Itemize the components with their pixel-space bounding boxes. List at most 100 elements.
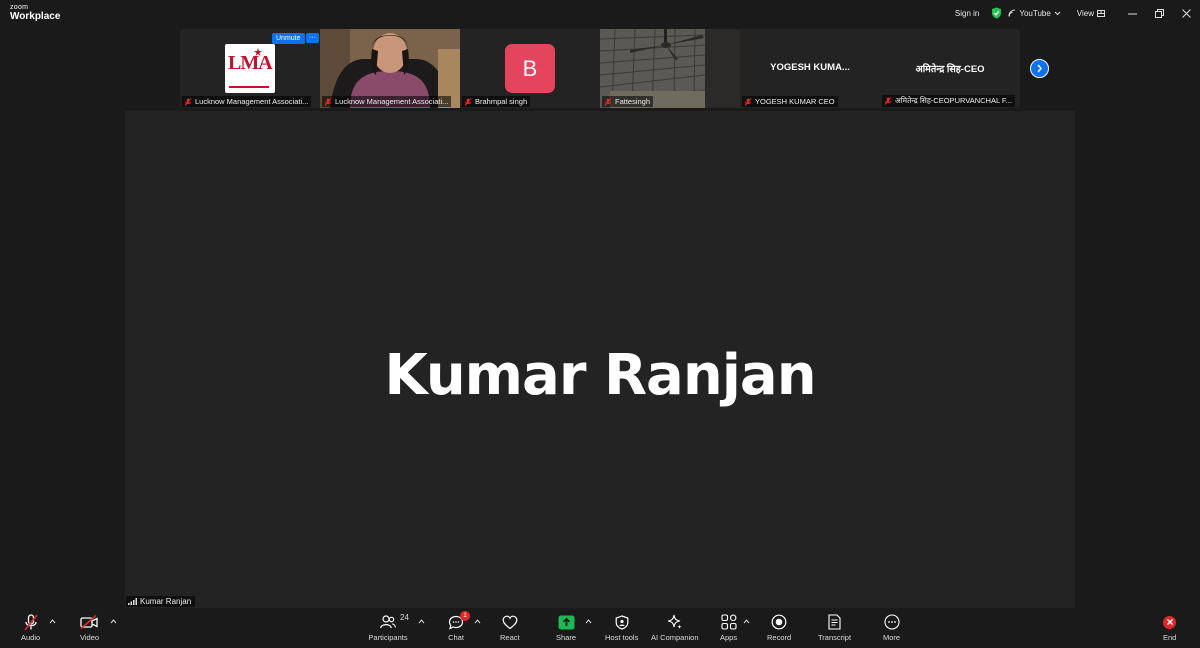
brand-name: Workplace bbox=[10, 11, 61, 22]
close-icon bbox=[1163, 615, 1177, 629]
avatar: B bbox=[505, 44, 555, 93]
host-tools-label: Host tools bbox=[605, 633, 639, 642]
participant-name: YOGESH KUMAR CEO bbox=[755, 97, 835, 106]
participant-tile[interactable]: Lucknow Management Associati... bbox=[320, 29, 460, 108]
more-icon bbox=[883, 614, 900, 630]
close-icon bbox=[1182, 8, 1191, 18]
participant-name: Brahmpal singh bbox=[475, 97, 528, 106]
chat-options-chevron-icon[interactable] bbox=[474, 619, 481, 624]
participant-name: Lucknow Management Associati... bbox=[195, 97, 309, 106]
record-icon bbox=[771, 614, 787, 630]
record-label: Record bbox=[767, 633, 792, 642]
restore-icon bbox=[1155, 8, 1164, 18]
mic-muted-icon bbox=[184, 97, 192, 106]
audio-button[interactable]: Audio bbox=[21, 613, 40, 642]
star-icon bbox=[254, 48, 262, 56]
apps-button[interactable]: Apps bbox=[720, 613, 737, 642]
participant-thumbnail-strip: LMA Unmute ··· Lucknow Management Associ… bbox=[180, 29, 1020, 108]
brand-small: zoom bbox=[10, 4, 29, 11]
broadcast-icon bbox=[1008, 9, 1016, 17]
mic-muted-icon bbox=[464, 97, 472, 106]
participant-namebar: Brahmpal singh bbox=[462, 96, 531, 107]
mic-muted-icon bbox=[324, 97, 332, 106]
participants-icon bbox=[380, 615, 396, 629]
transcript-button[interactable]: Transcript bbox=[818, 613, 851, 642]
tile-more-button[interactable]: ··· bbox=[306, 33, 319, 43]
lma-logo: LMA bbox=[225, 44, 275, 93]
video-off-icon bbox=[80, 615, 98, 629]
speaker-namebar-label: Kumar Ranjan bbox=[140, 597, 192, 606]
mic-muted-icon bbox=[604, 97, 612, 106]
transcript-label: Transcript bbox=[818, 633, 852, 642]
view-label: View bbox=[1076, 8, 1094, 18]
audio-label: Audio bbox=[21, 633, 41, 642]
participant-tile[interactable]: Fattesingh bbox=[600, 29, 740, 108]
participant-name: Lucknow Management Associati... bbox=[335, 97, 449, 106]
end-meeting-button[interactable]: End bbox=[1163, 613, 1176, 642]
participant-tile[interactable]: B Brahmpal singh bbox=[460, 29, 600, 108]
livestream-youtube-button[interactable]: YouTube bbox=[1008, 8, 1061, 18]
chat-label: Chat bbox=[448, 633, 464, 642]
signal-strength-icon bbox=[128, 598, 137, 605]
next-page-button[interactable] bbox=[1030, 59, 1049, 78]
apps-options-chevron-icon[interactable] bbox=[743, 619, 750, 624]
participants-options-chevron-icon[interactable] bbox=[418, 619, 425, 624]
stream-label: YouTube bbox=[1019, 8, 1051, 18]
heart-icon bbox=[502, 615, 518, 629]
share-screen-icon bbox=[558, 615, 574, 629]
view-button[interactable]: View bbox=[1077, 9, 1105, 18]
share-options-chevron-icon[interactable] bbox=[585, 619, 592, 624]
end-label: End bbox=[1163, 633, 1177, 642]
meeting-controls-toolbar: Audio Video 24 Participants 1 Chat React bbox=[0, 610, 1200, 648]
participant-namebar: Lucknow Management Associati... bbox=[182, 96, 312, 107]
participant-name: अमितेन्द्र सिह-CEOPURVANCHAL F... bbox=[895, 96, 1012, 105]
chat-button[interactable]: 1 Chat bbox=[448, 611, 470, 642]
ai-companion-label: AI Companion bbox=[651, 633, 699, 642]
minimize-button[interactable] bbox=[1119, 9, 1146, 18]
speaker-namebar: Kumar Ranjan bbox=[126, 596, 196, 607]
record-button[interactable]: Record bbox=[767, 613, 791, 642]
restore-button[interactable] bbox=[1146, 8, 1173, 18]
participant-tile[interactable]: YOGESH KUMA... YOGESH KUMAR CEO bbox=[740, 29, 880, 108]
shield-icon bbox=[615, 614, 629, 630]
chevron-right-icon bbox=[1037, 64, 1042, 73]
zoom-workplace-logo: zoom Workplace bbox=[10, 4, 60, 22]
audio-options-chevron-icon[interactable] bbox=[49, 619, 56, 624]
react-label: React bbox=[500, 633, 520, 642]
participant-display-name: YOGESH KUMA... bbox=[770, 62, 850, 73]
share-button[interactable]: Share bbox=[556, 613, 576, 642]
lma-logo-text: LMA bbox=[228, 52, 273, 74]
more-button[interactable]: More bbox=[883, 613, 900, 642]
sparkle-icon bbox=[667, 614, 682, 629]
share-label: Share bbox=[556, 633, 577, 642]
participants-count: 24 bbox=[400, 613, 409, 622]
mic-muted-icon bbox=[744, 97, 752, 106]
video-button[interactable]: Video bbox=[80, 613, 99, 642]
participant-tile[interactable]: अमितेन्द्र सिह-CEO अमितेन्द्र सिह-CEOPUR… bbox=[880, 29, 1020, 108]
apps-icon bbox=[720, 614, 737, 630]
mic-muted-icon bbox=[884, 97, 892, 105]
participants-button[interactable]: 24 Participants bbox=[368, 613, 409, 642]
mic-muted-icon bbox=[23, 613, 38, 630]
grid-view-icon bbox=[1097, 9, 1105, 17]
chat-unread-badge: 1 bbox=[460, 611, 470, 621]
participant-display-name: अमितेन्द्र सिह-CEO bbox=[915, 64, 985, 75]
active-speaker-view: Kumar Ranjan Kumar Ranjan bbox=[125, 111, 1075, 608]
encryption-shield-icon[interactable] bbox=[991, 7, 1002, 19]
host-tools-button[interactable]: Host tools bbox=[605, 613, 638, 642]
participant-name: Fattesingh bbox=[615, 97, 651, 106]
minimize-icon bbox=[1128, 13, 1137, 14]
apps-label: Apps bbox=[720, 633, 738, 642]
participant-namebar: Lucknow Management Associati... bbox=[322, 96, 452, 107]
close-window-button[interactable] bbox=[1173, 8, 1200, 18]
video-label: Video bbox=[80, 633, 100, 642]
ai-companion-button[interactable]: AI Companion bbox=[651, 613, 699, 642]
sign-in-link[interactable]: Sign in bbox=[955, 9, 979, 18]
title-bar: zoom Workplace Sign in YouTube View bbox=[0, 0, 1200, 26]
participant-tile[interactable]: LMA Unmute ··· Lucknow Management Associ… bbox=[180, 29, 320, 108]
unmute-button[interactable]: Unmute bbox=[272, 33, 305, 44]
video-options-chevron-icon[interactable] bbox=[110, 619, 117, 624]
speaker-name: Kumar Ranjan bbox=[384, 343, 816, 408]
participant-namebar: YOGESH KUMAR CEO bbox=[742, 96, 838, 107]
react-button[interactable]: React bbox=[500, 613, 520, 642]
